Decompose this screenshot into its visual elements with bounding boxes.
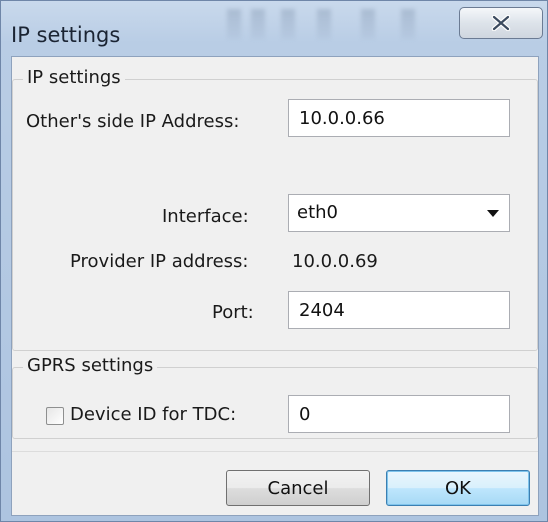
ok-button[interactable]: OK [386,470,530,506]
title-background-blur [227,9,241,39]
device-id-checkbox[interactable] [46,407,64,425]
title-background-blur [361,9,375,39]
close-icon [491,15,511,31]
title-bar[interactable]: IP settings [1,1,548,55]
provider-ip-value: 10.0.0.69 [292,251,378,272]
interface-select[interactable]: eth0 [288,194,510,232]
ip-settings-dialog: IP settings IP settings Other's side IP … [0,0,548,522]
ip-settings-group-title: IP settings [23,67,125,88]
other-side-ip-label: Other's side IP Address: [26,111,240,132]
close-button[interactable] [459,7,543,39]
chevron-down-icon [487,210,499,217]
device-id-input[interactable] [288,395,510,433]
title-background-blur [401,9,415,39]
interface-selected-value: eth0 [297,202,338,223]
port-input[interactable] [288,291,510,329]
title-background-blur [281,9,295,39]
dialog-client-area: IP settings Other's side IP Address: Int… [11,56,539,516]
window-title: IP settings [11,23,121,47]
cancel-button[interactable]: Cancel [226,470,370,506]
provider-ip-label: Provider IP address: [70,251,249,272]
title-background-blur [251,9,265,39]
device-id-label[interactable]: Device ID for TDC: [70,404,236,425]
title-background-blur [317,9,331,39]
interface-label: Interface: [162,206,249,227]
port-label: Port: [212,302,254,323]
gprs-settings-group-title: GPRS settings [23,355,158,376]
footer-divider [12,451,538,452]
other-side-ip-input[interactable] [288,99,510,137]
